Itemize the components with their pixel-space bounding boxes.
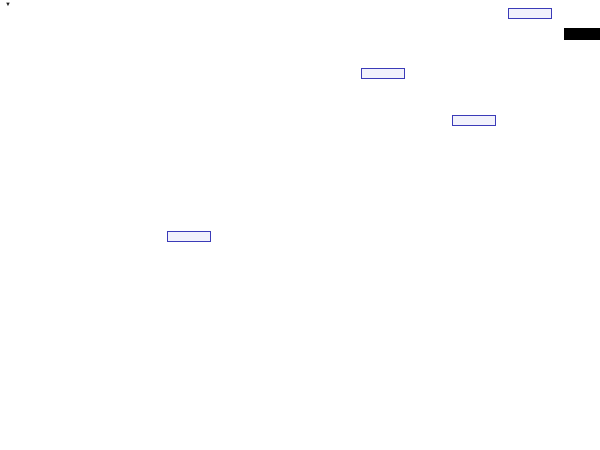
price-annotation-low [167,231,211,242]
collapse-indicator-icon[interactable]: ▼ [5,2,11,8]
macd-indicator-label [3,249,7,258]
current-price-badge [564,28,600,40]
price-annotation-resistance [361,68,405,79]
chart-window: ▼ [0,0,600,450]
chart-title: ▼ [5,2,22,9]
price-annotation-support [452,115,496,126]
rsi-indicator-label [3,348,7,357]
chart-canvas [0,0,600,450]
price-annotation-high [508,8,552,19]
